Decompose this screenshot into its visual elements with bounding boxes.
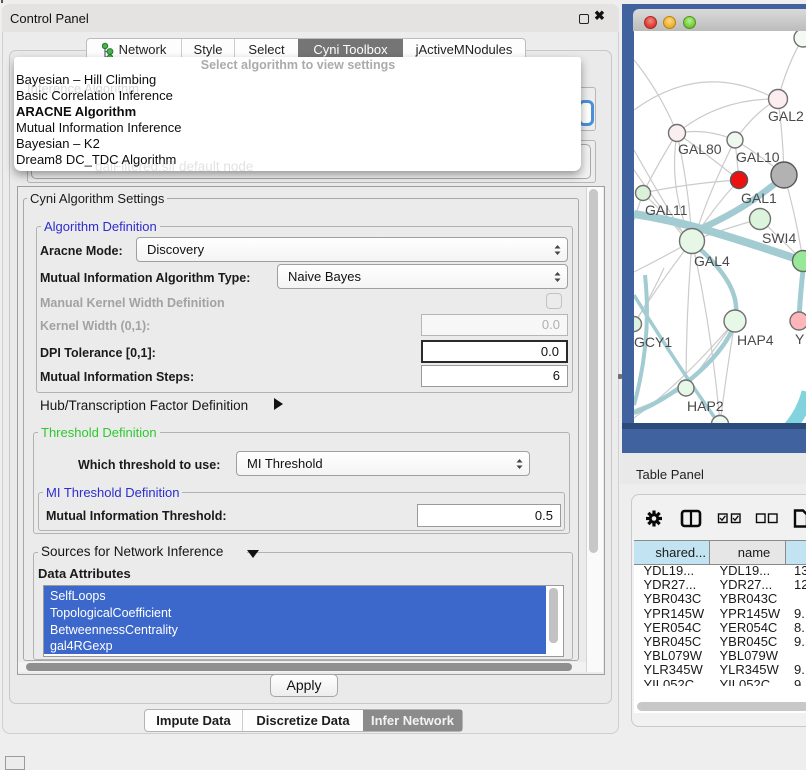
svg-text:GAL1: GAL1 (741, 190, 777, 206)
svg-text:Y: Y (795, 331, 805, 347)
svg-text:GAL80: GAL80 (678, 141, 722, 157)
svg-text:GAL4: GAL4 (694, 253, 730, 269)
svg-text:HAP4: HAP4 (737, 332, 774, 348)
svg-text:SWI4: SWI4 (762, 230, 796, 246)
svg-text:GAL10: GAL10 (736, 149, 780, 165)
svg-text:HAP2: HAP2 (687, 398, 724, 414)
svg-text:GAL2: GAL2 (768, 108, 804, 124)
svg-text:GAL11: GAL11 (645, 202, 688, 218)
svg-text:GCY1: GCY1 (634, 334, 672, 350)
